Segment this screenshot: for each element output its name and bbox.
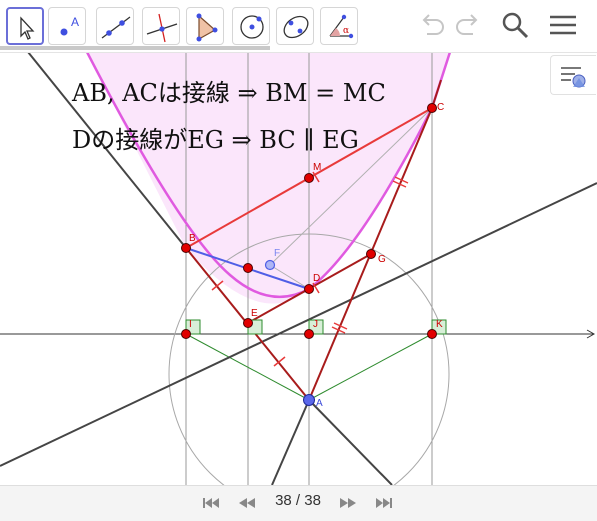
skip-forward-icon bbox=[376, 498, 392, 508]
label-j: J bbox=[313, 319, 318, 330]
perpendicular-line-tool-button[interactable] bbox=[142, 7, 180, 45]
rewind-icon bbox=[239, 498, 255, 508]
conic-tool-button[interactable] bbox=[276, 7, 314, 45]
perpendicular-line-icon bbox=[146, 13, 178, 43]
label-k: K bbox=[436, 319, 443, 330]
label-e: E bbox=[251, 308, 258, 319]
point-d[interactable] bbox=[304, 284, 314, 294]
search-icon bbox=[502, 12, 529, 39]
point-a[interactable] bbox=[303, 394, 315, 406]
point-j[interactable] bbox=[304, 329, 314, 339]
line-below-a-right bbox=[308, 399, 393, 485]
triangle-polygon-icon bbox=[196, 13, 218, 42]
first-step-button[interactable] bbox=[200, 495, 222, 511]
step-counter: 38 / 38 bbox=[275, 492, 321, 509]
formula-parallel: Dの接線がEG ⇒ BC ∥ EG bbox=[72, 126, 359, 154]
label-g: G bbox=[378, 254, 386, 265]
point-g[interactable] bbox=[366, 249, 376, 259]
pointer-arrow-icon bbox=[20, 16, 35, 40]
point-b[interactable] bbox=[181, 243, 191, 253]
label-m: M bbox=[313, 162, 321, 173]
label-i: I bbox=[189, 319, 192, 330]
point-f[interactable] bbox=[264, 259, 276, 271]
undo-button[interactable] bbox=[414, 8, 448, 42]
circle-with-center-icon bbox=[240, 15, 264, 39]
label-f: F bbox=[274, 248, 280, 259]
line-through-points-icon bbox=[101, 16, 131, 39]
skip-back-icon bbox=[203, 498, 219, 508]
label-d: D bbox=[313, 273, 320, 284]
angle-tool-button[interactable]: α bbox=[320, 7, 358, 45]
point-bd-x[interactable] bbox=[243, 263, 253, 273]
label-a: A bbox=[316, 398, 323, 409]
point-a-icon: A bbox=[60, 15, 79, 36]
point-c[interactable] bbox=[427, 103, 437, 113]
circle-tool-button[interactable] bbox=[232, 7, 270, 45]
redo-button[interactable] bbox=[452, 8, 486, 42]
point-tool-button[interactable]: A bbox=[48, 7, 86, 45]
hamburger-menu-icon bbox=[550, 15, 576, 35]
last-step-button[interactable] bbox=[373, 495, 395, 511]
ellipse-through-points-icon bbox=[283, 15, 309, 39]
point-i[interactable] bbox=[181, 329, 191, 339]
search-button[interactable] bbox=[498, 8, 532, 42]
angle-icon: α bbox=[329, 14, 354, 39]
undo-icon bbox=[422, 14, 444, 35]
line-below-a-left bbox=[271, 399, 310, 485]
style-bar-toggle-button[interactable] bbox=[550, 55, 596, 95]
style-bar-toggle-icon bbox=[561, 67, 586, 88]
main-menu-button[interactable] bbox=[546, 8, 580, 42]
label-c: C bbox=[437, 102, 444, 113]
fast-forward-icon bbox=[340, 498, 356, 508]
point-k[interactable] bbox=[427, 329, 437, 339]
polygon-tool-button[interactable] bbox=[186, 7, 224, 45]
point-e[interactable] bbox=[243, 318, 253, 328]
svg-text:A: A bbox=[71, 15, 79, 29]
point-m[interactable] bbox=[304, 173, 314, 183]
toolbar: A α bbox=[0, 0, 597, 53]
next-step-button[interactable] bbox=[337, 495, 359, 511]
segment-k-a bbox=[308, 333, 433, 401]
formula-tangent-midpoint: AB, ACは接線 ⇒ BM = MC bbox=[72, 79, 386, 107]
previous-step-button[interactable] bbox=[236, 495, 258, 511]
move-tool-button[interactable] bbox=[6, 7, 44, 45]
line-tool-button[interactable] bbox=[96, 7, 134, 45]
construction-navigation-bar: 38 / 38 bbox=[0, 485, 597, 521]
toolbar-scroll-indicator bbox=[0, 46, 270, 50]
svg-text:α: α bbox=[343, 26, 349, 36]
label-b: B bbox=[189, 233, 196, 244]
redo-icon bbox=[456, 14, 478, 35]
